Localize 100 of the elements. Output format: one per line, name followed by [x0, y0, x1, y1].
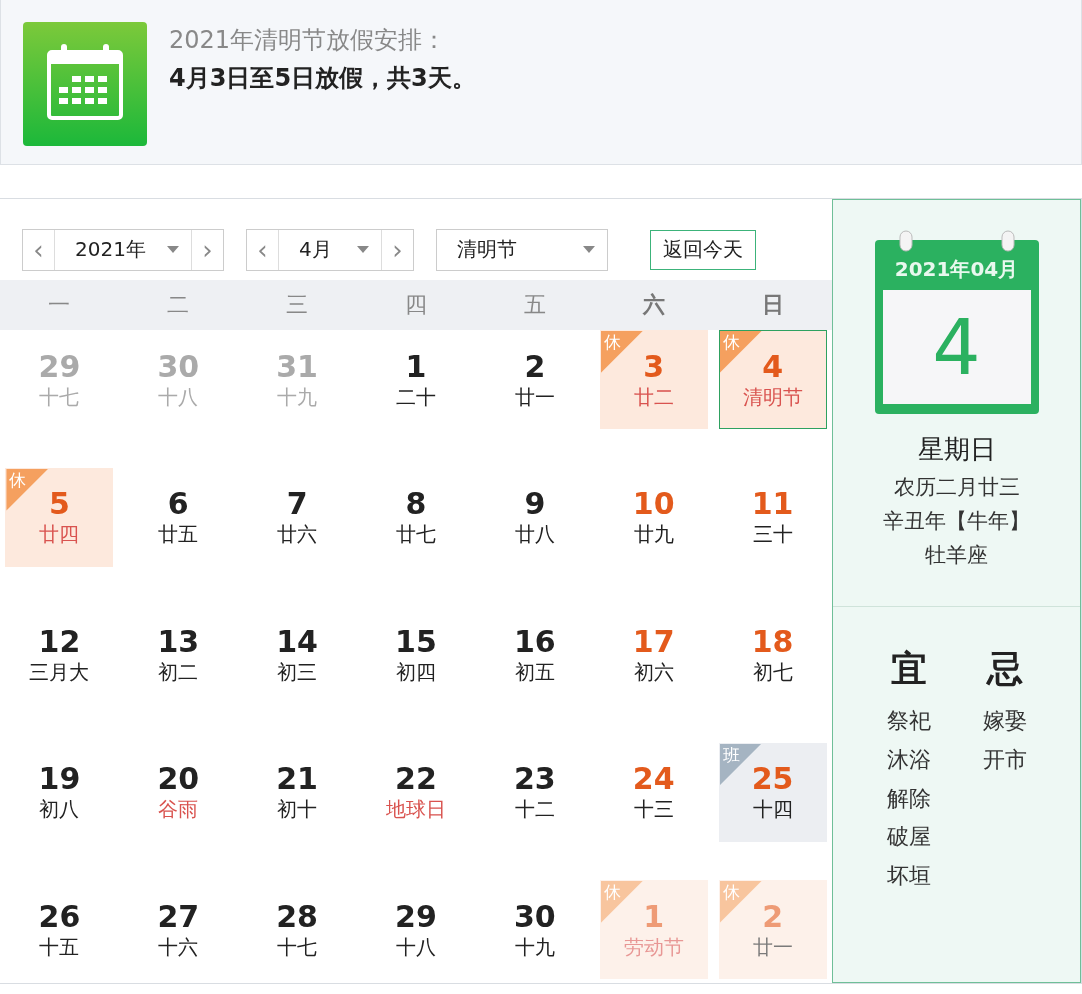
day-number: 11: [751, 489, 794, 519]
lunar-date: 初三: [277, 660, 318, 683]
day-number: 10: [632, 489, 675, 519]
today-button[interactable]: 返回今天: [650, 229, 756, 270]
day-number: 3: [643, 351, 665, 382]
caret-icon: [583, 245, 595, 254]
calendar-day[interactable]: 8 廿七: [362, 467, 470, 567]
lunar-date: 廿七: [396, 523, 436, 545]
calendar-day[interactable]: 20 谷雨: [124, 742, 233, 842]
lunar-date: 十八: [158, 385, 199, 408]
day-number: 1: [643, 901, 665, 932]
holiday-select[interactable]: 清明节: [436, 228, 608, 271]
lunar-date: 初六: [633, 660, 674, 683]
calendar-day[interactable]: 18 初七: [718, 605, 827, 704]
day-number: 2: [524, 351, 546, 382]
lunar-date: 十六: [158, 935, 199, 958]
lunar-date: 劳动节: [623, 935, 684, 958]
day-number: 22: [395, 764, 437, 794]
calendar-day[interactable]: 1 二十: [362, 330, 470, 429]
calendar-day[interactable]: 13 初二: [124, 605, 233, 704]
day-number: 16: [513, 626, 556, 657]
calendar-day[interactable]: 24 十三: [599, 742, 708, 842]
calendar-day[interactable]: 22 地球日: [362, 742, 470, 842]
day-number: 13: [157, 626, 200, 657]
calendar-day[interactable]: 30 十九: [480, 880, 589, 979]
day-number: 12: [38, 626, 81, 657]
calendar-day[interactable]: 28 十七: [243, 880, 352, 979]
day-number: 19: [38, 764, 81, 794]
lunar-date: 地球日: [386, 798, 446, 820]
calendar-month: 2021年04月: [894, 255, 1019, 283]
caret-icon: [357, 245, 369, 254]
day-number: 31: [276, 351, 318, 382]
calendar-day-number: 4: [882, 290, 1031, 404]
calendar-day[interactable]: 14 初三: [243, 605, 352, 704]
day-number: 27: [157, 901, 200, 932]
notice-title: 2021年清明节放假安排：: [169, 25, 448, 56]
weekday-label: 一: [47, 291, 72, 319]
day-number: 23: [513, 764, 556, 794]
lunar-date-text: 农历二月廿三: [893, 474, 1020, 501]
list-item: 坏垣: [886, 862, 931, 891]
lunar-date: 廿二: [633, 385, 674, 408]
binder-ring-icon: [1000, 230, 1015, 252]
day-number: 24: [632, 764, 675, 794]
list-title: 宜: [890, 647, 927, 691]
lunar-date: 廿四: [39, 523, 80, 545]
list-item: 解除: [886, 784, 931, 813]
day-number: 18: [751, 626, 794, 657]
calendar-day[interactable]: 6 廿五: [124, 467, 233, 567]
day-badge: 休: [600, 331, 643, 373]
lunar-date: 谷雨: [158, 798, 199, 820]
weekday-label: 六: [641, 291, 666, 319]
lunar-date: 初八: [39, 798, 80, 820]
weekday-label: 三: [285, 291, 310, 319]
day-number: 30: [513, 901, 556, 932]
calendar-day[interactable]: 17 初六: [599, 605, 708, 704]
day-badge: 休: [6, 468, 49, 511]
lunar-date: 初五: [514, 660, 555, 683]
day-number: 15: [395, 626, 437, 657]
day-number: 29: [38, 351, 81, 382]
list-title: 忌: [986, 647, 1023, 691]
weekday-text: 星期日: [917, 433, 996, 466]
calendar-day[interactable]: 9 廿八: [480, 467, 589, 567]
lunar-date: 初四: [396, 660, 436, 683]
calendar-day[interactable]: 12 三月大: [5, 605, 114, 704]
calendar-day[interactable]: 26 十五: [5, 880, 114, 979]
lunar-year-text: 辛丑年【牛年】: [883, 508, 1030, 535]
lunar-date: 廿九: [633, 523, 674, 545]
calendar-day[interactable]: 10 廿九: [599, 467, 708, 567]
lunar-date: 十九: [514, 935, 555, 958]
day-badge: 休: [719, 881, 762, 923]
caret-icon: [167, 245, 179, 254]
zodiac-text: 牡羊座: [925, 542, 988, 569]
calendar-day[interactable]: 2 廿一: [480, 330, 589, 429]
lunar-date: 十九: [277, 385, 318, 408]
notice-text: 4月3日至5日放假，共3天。: [169, 63, 476, 94]
calendar-day[interactable]: 27 十六: [124, 880, 233, 979]
list-item: 开市: [982, 745, 1027, 774]
calendar-day[interactable]: 21 初十: [243, 742, 352, 842]
list-item: 嫁娶: [982, 707, 1027, 735]
lunar-date: 初二: [158, 660, 199, 683]
day-number: 9: [524, 489, 546, 519]
weekday-label: 五: [522, 291, 547, 319]
lunar-date: 廿五: [158, 523, 199, 545]
calendar-day[interactable]: 16 初五: [480, 605, 589, 704]
list-item: 破屋: [886, 823, 931, 852]
list-item: 沐浴: [886, 745, 931, 774]
calendar-day[interactable]: 7 廿六: [243, 467, 352, 567]
lunar-date: 廿一: [514, 385, 555, 408]
day-number: 1: [405, 351, 427, 382]
calendar-day[interactable]: 19 初八: [5, 742, 114, 842]
lunar-date: 十七: [277, 935, 318, 958]
day-number: 20: [157, 764, 200, 794]
calendar-day[interactable]: 23 十二: [480, 742, 589, 842]
lunar-date: 清明节: [742, 385, 803, 408]
calendar-day[interactable]: 11 三十: [718, 467, 827, 567]
calendar-day[interactable]: 休 2 廿一: [718, 880, 827, 979]
day-number: 8: [405, 489, 427, 519]
calendar-day[interactable]: 15 初四: [362, 605, 470, 704]
day-number: 30: [157, 351, 200, 382]
calendar-day[interactable]: 29 十八: [362, 880, 470, 979]
